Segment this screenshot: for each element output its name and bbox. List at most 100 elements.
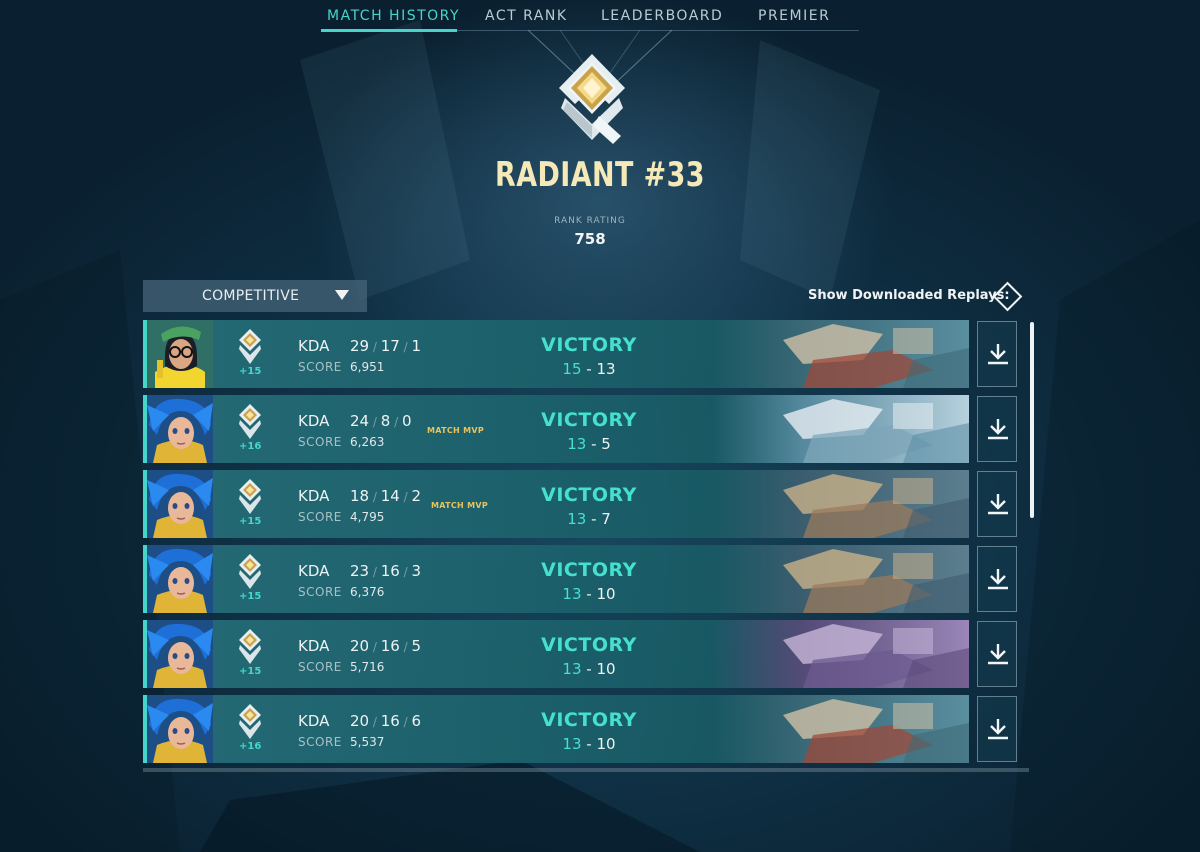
score-separator: - xyxy=(581,660,597,678)
enemy-score: 10 xyxy=(596,585,616,603)
assists: 1 xyxy=(411,337,422,355)
map-icebox-thumbnail xyxy=(713,395,969,463)
agent-portrait-neon xyxy=(147,545,213,613)
score-label: SCORE xyxy=(298,585,342,599)
combat-score: 4,795 xyxy=(350,510,385,524)
kills: 24 xyxy=(350,412,370,430)
rank-tier-icon xyxy=(238,328,262,366)
kills: 23 xyxy=(350,562,370,580)
agent-portrait-killjoy xyxy=(147,320,213,388)
kda-separator: / xyxy=(369,565,381,579)
round-score: 15 - 13 xyxy=(505,360,673,378)
kda-separator: / xyxy=(399,715,412,729)
score-separator: - xyxy=(581,735,597,753)
tab-match-history[interactable]: MATCH HISTORY xyxy=(327,8,460,24)
queue-mode-dropdown[interactable]: COMPETITIVE xyxy=(143,280,367,312)
kda-value: 20 / 16 / 5 xyxy=(350,637,421,655)
kda-separator: / xyxy=(369,340,381,354)
deaths: 14 xyxy=(380,487,400,505)
rank-rating-value: 758 xyxy=(574,230,606,248)
score-label: SCORE xyxy=(298,435,342,449)
kda-label: KDA xyxy=(298,637,330,655)
map-pearl-thumbnail xyxy=(713,620,969,688)
enemy-score: 13 xyxy=(596,360,616,378)
agent-portrait-neon xyxy=(147,695,213,763)
download-replay-button[interactable] xyxy=(977,321,1017,387)
match-list: +15 KDA 29 / 17 / 1 SCORE 6,951 VICTORY 15 - 1… xyxy=(143,320,1033,772)
kills: 29 xyxy=(350,337,370,355)
download-replay-button[interactable] xyxy=(977,621,1017,687)
kda-separator: / xyxy=(399,640,412,654)
score-separator: - xyxy=(586,435,602,453)
team-score: 13 xyxy=(562,585,582,603)
match-result: VICTORY xyxy=(541,709,637,731)
kda-label: KDA xyxy=(298,487,330,505)
score-separator: - xyxy=(581,585,597,603)
rr-change: +16 xyxy=(239,441,262,452)
map-split-thumbnail xyxy=(713,545,969,613)
assists: 6 xyxy=(411,712,422,730)
kda-value: 24 / 8 / 0 xyxy=(350,412,412,430)
score-label: SCORE xyxy=(298,360,342,374)
deaths: 16 xyxy=(380,637,400,655)
top-nav: MATCH HISTORY ACT RANK LEADERBOARD PREMI… xyxy=(321,0,859,32)
round-score: 13 - 5 xyxy=(505,435,673,453)
kda-label: KDA xyxy=(298,562,330,580)
caret-down-icon xyxy=(335,290,349,300)
download-replay-button[interactable] xyxy=(977,396,1017,462)
match-row[interactable]: +16 KDA 24 / 8 / 0 SCORE 6,263 MATCH MVP VICTO… xyxy=(143,395,969,463)
round-score: 13 - 10 xyxy=(505,660,673,678)
download-replay-button[interactable] xyxy=(977,546,1017,612)
agent-portrait-neon xyxy=(147,470,213,538)
team-score: 13 xyxy=(567,510,587,528)
download-replay-button[interactable] xyxy=(977,471,1017,537)
team-score: 13 xyxy=(567,435,587,453)
rank-tier-icon xyxy=(238,478,262,516)
score-label: SCORE xyxy=(298,735,342,749)
team-score: 13 xyxy=(562,735,582,753)
tab-leaderboard[interactable]: LEADERBOARD xyxy=(601,8,723,24)
match-row[interactable]: +15 KDA 23 / 16 / 3 SCORE 6,376 VICTORY 13 - 1… xyxy=(143,545,969,613)
match-result: VICTORY xyxy=(541,559,637,581)
rank-tier-icon xyxy=(238,703,262,741)
team-score: 13 xyxy=(562,660,582,678)
map-ascent-thumbnail xyxy=(713,320,969,388)
kills: 18 xyxy=(350,487,370,505)
kda-label: KDA xyxy=(298,712,330,730)
match-mvp-badge: MATCH MVP xyxy=(427,426,485,435)
kda-value: 20 / 16 / 6 xyxy=(350,712,421,730)
rank-tier-icon xyxy=(238,403,262,441)
assists: 0 xyxy=(401,412,412,430)
round-score: 13 - 10 xyxy=(505,585,673,603)
match-row[interactable]: +16 KDA 20 / 16 / 6 SCORE 5,537 VICTORY 13 - 1… xyxy=(143,695,969,763)
kda-label: KDA xyxy=(298,337,330,355)
deaths: 17 xyxy=(380,337,400,355)
enemy-score: 5 xyxy=(601,435,611,453)
combat-score: 6,376 xyxy=(350,585,385,599)
show-replays-toggle[interactable] xyxy=(992,281,1023,312)
deaths: 16 xyxy=(380,562,400,580)
match-row[interactable]: +15 KDA 29 / 17 / 1 SCORE 6,951 VICTORY 15 - 1… xyxy=(143,320,969,388)
round-score: 13 - 10 xyxy=(505,735,673,753)
match-result: VICTORY xyxy=(541,484,637,506)
match-row[interactable]: +15 KDA 18 / 14 / 2 SCORE 4,795 MATCH MVP VICT… xyxy=(143,470,969,538)
tab-act-rank[interactable]: ACT RANK xyxy=(485,8,568,24)
kills: 20 xyxy=(350,637,370,655)
deaths: 8 xyxy=(380,412,391,430)
download-replay-button[interactable] xyxy=(977,696,1017,762)
kda-value: 18 / 14 / 2 xyxy=(350,487,421,505)
kda-value: 29 / 17 / 1 xyxy=(350,337,421,355)
match-result: VICTORY xyxy=(541,334,637,356)
kda-separator: / xyxy=(390,415,402,429)
combat-score: 5,716 xyxy=(350,660,385,674)
combat-score: 5,537 xyxy=(350,735,385,749)
match-row[interactable]: +15 KDA 20 / 16 / 5 SCORE 5,716 VICTORY 13 - 1… xyxy=(143,620,969,688)
rr-change: +15 xyxy=(239,516,262,527)
kda-value: 23 / 16 / 3 xyxy=(350,562,421,580)
deaths: 16 xyxy=(380,712,400,730)
scrollbar-thumb[interactable] xyxy=(1030,322,1034,518)
score-separator: - xyxy=(581,360,597,378)
combat-score: 6,263 xyxy=(350,435,385,449)
rank-tier-icon xyxy=(238,628,262,666)
tab-premier[interactable]: PREMIER xyxy=(758,8,830,24)
